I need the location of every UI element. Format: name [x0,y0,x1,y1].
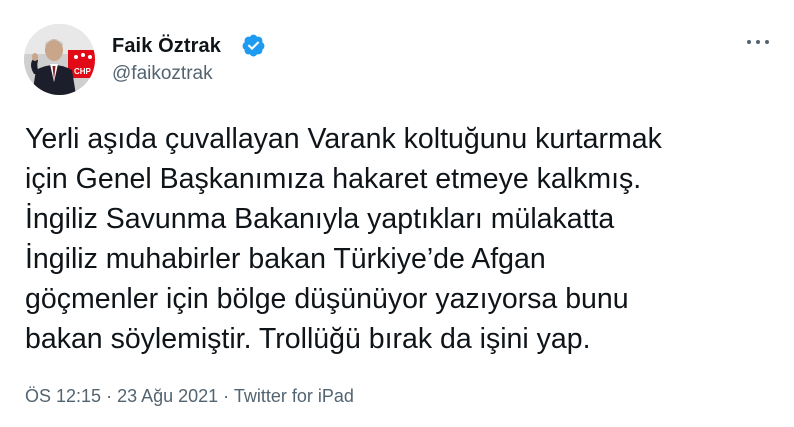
verified-badge-icon [242,34,265,57]
meta-separator: · [101,386,118,406]
author-handle[interactable]: @faikoztrak [112,63,213,85]
more-dot [765,40,769,44]
avatar-logo-text: CHP [74,67,92,76]
tweet-date[interactable]: 23 Ağu 2021 [117,386,218,406]
author-display-name[interactable]: Faik Öztrak [112,35,221,58]
tweet-source[interactable]: Twitter for iPad [234,386,354,406]
more-options-icon[interactable] [742,30,774,54]
more-dot [756,40,760,44]
tweet-time[interactable]: ÖS 12:15 [25,386,101,406]
tweet-meta: ÖS 12:15 · 23 Ağu 2021 · Twitter for iPa… [25,386,354,407]
avatar-image: CHP [24,24,95,95]
meta-separator: · [218,386,234,406]
tweet-card: CHP Faik Öztrak @faikoztrak Yerli aşıda … [0,0,794,427]
more-dot [747,40,751,44]
tweet-text: Yerli aşıda çuvallayan Varank koltuğunu … [25,123,662,355]
avatar[interactable]: CHP [24,24,95,95]
